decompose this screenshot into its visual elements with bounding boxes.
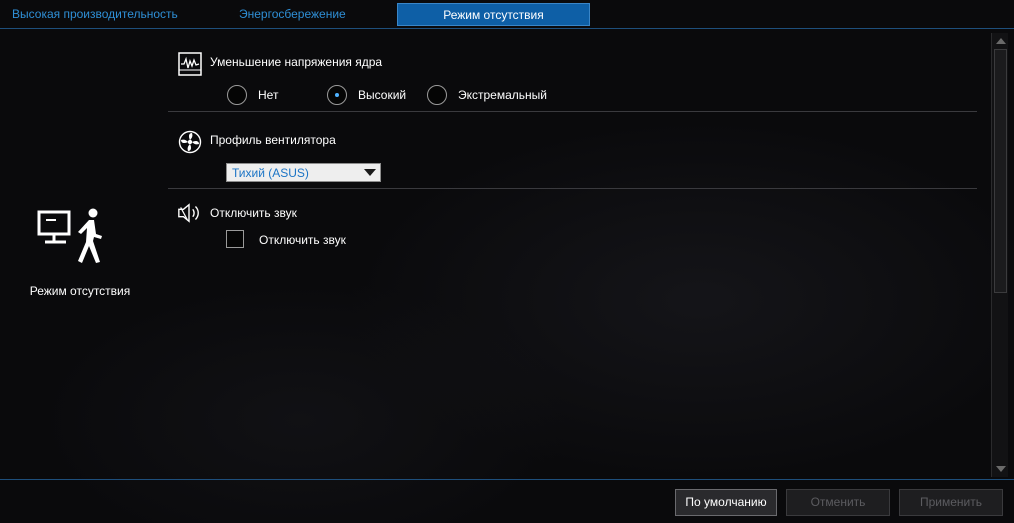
scroll-up-arrow-icon[interactable] (993, 34, 1008, 48)
vertical-scrollbar[interactable] (991, 33, 1008, 477)
tab-bar: Высокая производительность Энергосбереже… (0, 0, 1014, 28)
mute-title: Отключить звук (210, 206, 297, 220)
tab-high-performance[interactable]: Высокая производительность (12, 3, 178, 26)
cancel-button[interactable]: Отменить (786, 489, 890, 516)
core-voltage-title: Уменьшение напряжения ядра (210, 55, 383, 69)
section-divider (168, 188, 977, 189)
tab-divider (0, 28, 1014, 29)
mode-label: Режим отсутствия (29, 284, 131, 298)
radio-high-label[interactable]: Высокий (358, 88, 406, 102)
apply-button[interactable]: Применить (899, 489, 1003, 516)
settings-content: Уменьшение напряжения ядра Нет Высокий Э… (168, 30, 978, 478)
fan-profile-dropdown[interactable]: Тихий (ASUS) (226, 163, 381, 182)
fan-profile-value: Тихий (ASUS) (232, 166, 309, 180)
monitor-walking-person-icon (37, 208, 102, 263)
waveform-monitor-icon (178, 52, 202, 76)
mute-checkbox-label[interactable]: Отключить звук (259, 233, 346, 247)
tab-away-mode[interactable]: Режим отсутствия (397, 3, 590, 26)
scroll-down-arrow-icon[interactable] (993, 462, 1008, 476)
footer-divider (0, 479, 1014, 480)
radio-high[interactable] (327, 85, 347, 105)
fan-profile-title: Профиль вентилятора (210, 133, 336, 147)
mode-summary-panel: Режим отсутствия (0, 30, 160, 478)
default-button[interactable]: По умолчанию (675, 489, 777, 516)
chevron-down-icon[interactable] (364, 169, 376, 176)
radio-extreme-label[interactable]: Экстремальный (458, 88, 547, 102)
speaker-mute-icon (178, 203, 199, 223)
radio-none[interactable] (227, 85, 247, 105)
radio-none-label[interactable]: Нет (258, 88, 278, 102)
tab-power-saving[interactable]: Энергосбережение (239, 3, 346, 26)
radio-extreme[interactable] (427, 85, 447, 105)
fan-icon (178, 130, 202, 154)
scroll-thumb[interactable] (994, 49, 1007, 293)
mute-checkbox[interactable] (226, 230, 244, 248)
section-divider (168, 111, 977, 112)
